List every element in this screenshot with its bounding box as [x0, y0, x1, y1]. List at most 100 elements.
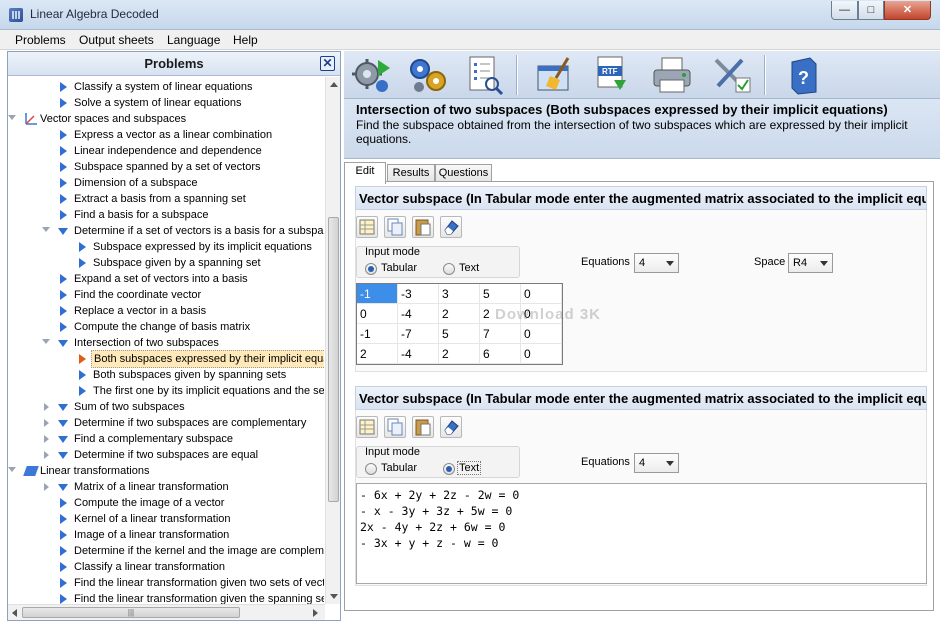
radio-tabular-1-label[interactable]: Tabular [381, 262, 417, 274]
close-window-button[interactable]: ✕ [884, 1, 931, 20]
tree-vertical-scrollbar[interactable] [325, 77, 340, 604]
menu-help[interactable]: Help [233, 33, 258, 47]
expand-icon[interactable] [44, 419, 49, 427]
title-bar: Linear Algebra Decoded — □ ✕ [0, 0, 940, 30]
matrix-cell[interactable]: -4 [398, 304, 439, 324]
collapse-icon[interactable] [42, 339, 50, 344]
edit-tab-content: Vector subspace (In Tabular mode enter t… [344, 181, 934, 611]
settings-run-icon[interactable] [350, 54, 394, 96]
problems-panel-title: Problems [144, 56, 204, 71]
close-panel-icon[interactable]: ✕ [320, 56, 335, 71]
copy-icon[interactable] [384, 216, 406, 238]
menu-output-sheets[interactable]: Output sheets [79, 33, 154, 47]
minimize-button[interactable]: — [831, 1, 858, 20]
expand-icon[interactable] [44, 451, 49, 459]
matrix-cell[interactable]: 2 [439, 304, 480, 324]
tree-item-label: The first one by its implicit equations … [93, 385, 324, 397]
radio-tabular-2-label[interactable]: Tabular [381, 462, 417, 474]
menu-problems[interactable]: Problems [15, 33, 66, 47]
grid-view-icon[interactable] [356, 216, 378, 238]
scrollbar-thumb-horizontal[interactable]: ||| [22, 607, 240, 618]
tree-item-label: Find the coordinate vector [74, 289, 202, 301]
matrix-cell[interactable]: 2 [439, 344, 480, 364]
help-book-icon[interactable]: ? [782, 54, 826, 96]
matrix-cell[interactable]: 0 [357, 304, 398, 324]
report-icon[interactable] [462, 54, 506, 96]
problems-tree: Classify a system of linear equations Sol… [8, 77, 324, 604]
scroll-left-icon[interactable] [12, 609, 17, 617]
matrix-cell[interactable]: -3 [398, 284, 439, 304]
watermark: Download 3K [495, 306, 602, 323]
radio-text-1-label[interactable]: Text [459, 262, 479, 274]
augmented-matrix-grid[interactable]: -1 -3 3 5 0 0 -4 2 2 0 -1 -7 5 7 0 2 -4 2 6 0 [356, 283, 563, 365]
scroll-right-icon[interactable] [313, 609, 318, 617]
paste-icon[interactable] [412, 216, 434, 238]
gears-icon[interactable] [406, 54, 450, 96]
equations-label-2: Equations [581, 456, 630, 468]
expand-icon[interactable] [44, 403, 49, 411]
scroll-down-icon[interactable] [330, 594, 338, 599]
collapse-icon[interactable] [8, 467, 16, 472]
problem-triangle-icon [60, 130, 67, 140]
expand-icon[interactable] [44, 435, 49, 443]
matrix-cell[interactable]: -4 [398, 344, 439, 364]
matrix-cell[interactable]: 0 [521, 324, 562, 344]
problem-triangle-icon [60, 178, 67, 188]
problem-triangle-icon [60, 594, 67, 604]
grid-view-icon[interactable] [356, 416, 378, 438]
collapse-icon[interactable] [42, 227, 50, 232]
matrix-cell[interactable]: 0 [521, 344, 562, 364]
radio-tabular-2[interactable] [365, 463, 377, 475]
radio-text-2[interactable] [443, 463, 455, 475]
app-icon [9, 8, 23, 22]
problem-triangle-icon [60, 194, 67, 204]
eraser-icon[interactable] [440, 416, 462, 438]
tree-item-label: Image of a linear transformation [74, 529, 230, 541]
radio-text-2-label[interactable]: Text [457, 461, 482, 475]
problems-panel: Problems ✕ Classify a system of linear e… [7, 51, 341, 621]
scrollbar-thumb[interactable] [328, 217, 339, 502]
radio-tabular-1[interactable] [365, 263, 377, 275]
problem-triangle-icon [60, 146, 67, 156]
tree-item-label: Linear independence and dependence [74, 145, 262, 157]
collapse-icon[interactable] [8, 115, 16, 120]
matrix-cell[interactable]: 7 [480, 324, 521, 344]
subspace-2-body: Input mode Tabular Text Equations 4 - 6x… [355, 410, 927, 586]
tree-item-label: Both subspaces given by spanning sets [93, 369, 287, 381]
printer-icon[interactable] [650, 54, 694, 96]
matrix-cell[interactable]: -1 [357, 284, 398, 304]
scroll-up-icon[interactable] [330, 82, 338, 87]
problem-triangle-icon [60, 210, 67, 220]
matrix-cell[interactable]: -1 [357, 324, 398, 344]
problem-triangle-icon [60, 562, 67, 572]
matrix-cell[interactable]: 3 [439, 284, 480, 304]
menu-language[interactable]: Language [167, 33, 220, 47]
equations-select-1[interactable]: 4 [634, 253, 679, 273]
matrix-cell[interactable]: 6 [480, 344, 521, 364]
tree-horizontal-scrollbar[interactable]: ||| [8, 604, 325, 620]
space-select[interactable]: R4 [788, 253, 833, 273]
tab-edit[interactable]: Edit [344, 162, 386, 184]
maximize-button[interactable]: □ [858, 1, 884, 20]
radio-text-1[interactable] [443, 263, 455, 275]
matrix-cell[interactable]: 2 [357, 344, 398, 364]
tree-item-label: Subspace given by a spanning set [93, 257, 261, 269]
paste-icon[interactable] [412, 416, 434, 438]
tree-item-label: Express a vector as a linear combination [74, 129, 273, 141]
matrix-cell[interactable]: 5 [480, 284, 521, 304]
matrix-cell[interactable]: 5 [439, 324, 480, 344]
copy-icon[interactable] [384, 416, 406, 438]
tree-item-label: Linear transformations [40, 465, 150, 477]
expand-icon[interactable] [44, 483, 49, 491]
eraser-icon[interactable] [440, 216, 462, 238]
problem-triangle-icon [79, 242, 86, 252]
tools-options-icon[interactable] [710, 54, 754, 96]
equations-text-area[interactable]: - 6x + 2y + 2z - 2w = 0 - x - 3y + 3z + … [356, 483, 927, 584]
matrix-cell[interactable]: -7 [398, 324, 439, 344]
equations-select-2[interactable]: 4 [634, 453, 679, 473]
linear-transformation-icon [23, 466, 39, 476]
matrix-cell[interactable]: 0 [521, 284, 562, 304]
rtf-export-icon[interactable]: RTF [590, 54, 634, 96]
equations-select-2-value: 4 [639, 457, 646, 469]
clear-broom-icon[interactable] [534, 54, 578, 96]
